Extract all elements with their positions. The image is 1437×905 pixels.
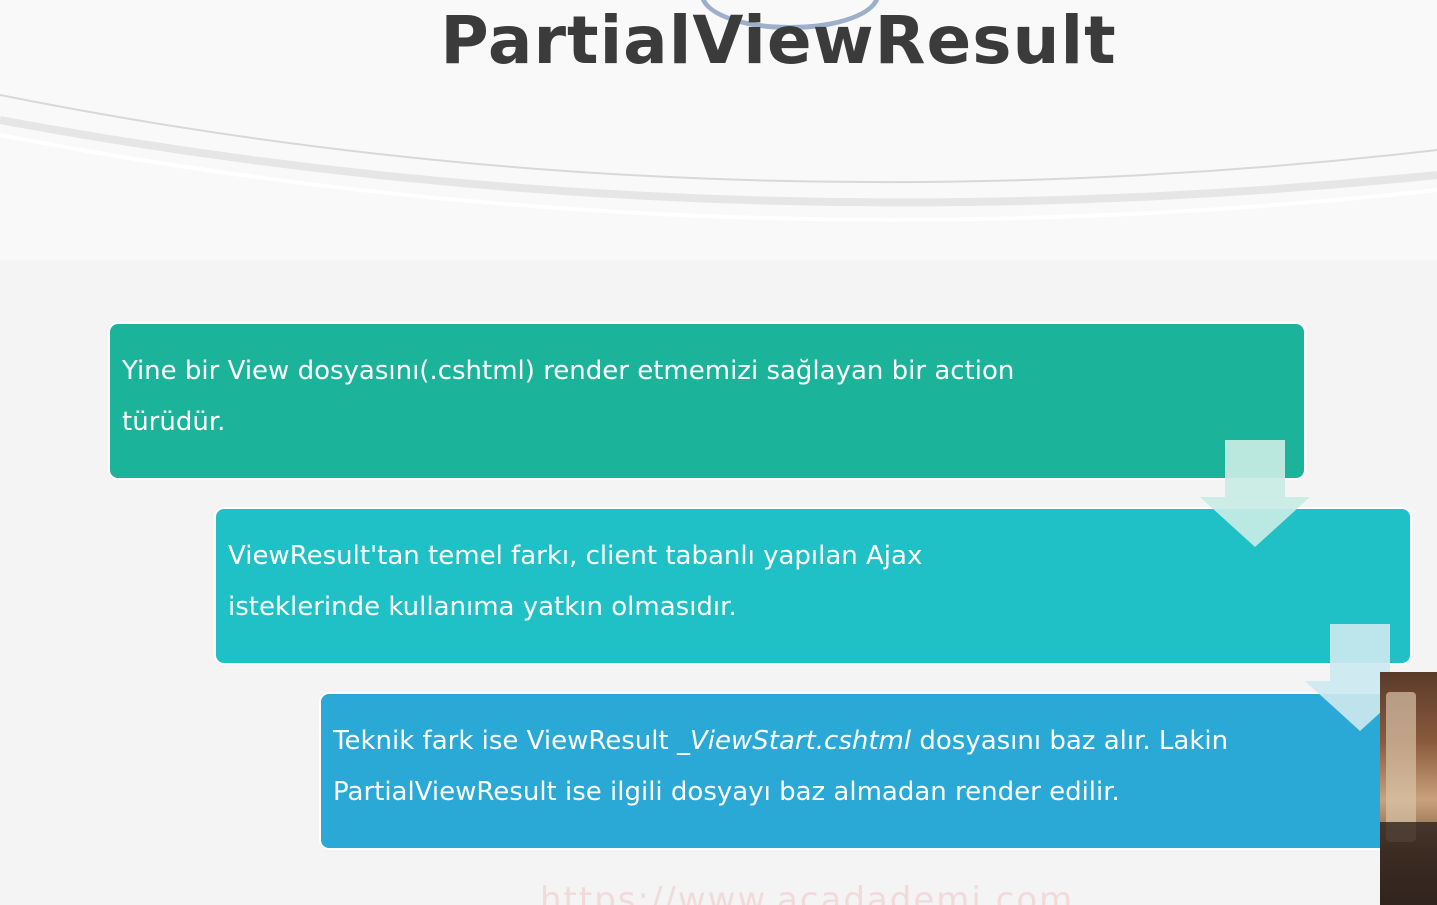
box-2-line-1: ViewResult'tan temel farkı, client taban… xyxy=(228,541,923,571)
box-3-line-1: Teknik fark ise ViewResult _ViewStart.cs… xyxy=(333,716,1373,767)
slide-title: PartialViewResult xyxy=(440,2,1117,79)
box-3-line-1-italic: _ViewStart.cshtml xyxy=(676,726,912,756)
webcam-shape xyxy=(1386,692,1416,842)
box-2-line-2: isteklerinde kullanıma yatkın olmasıdır. xyxy=(228,592,737,622)
webcam-overlay xyxy=(1380,672,1437,905)
box-1-line-1: Yine bir View dosyasını(.cshtml) render … xyxy=(122,356,1015,386)
box-3-line-2: PartialViewResult ise ilgili dosyayı baz… xyxy=(333,777,1120,807)
content-box-1: Yine bir View dosyasını(.cshtml) render … xyxy=(108,322,1306,480)
down-arrow-icon xyxy=(1200,440,1310,547)
webcam-shape xyxy=(1380,822,1437,905)
box-1-line-2: türüdür. xyxy=(122,407,226,437)
watermark-text: https://www.acadademi.com xyxy=(540,880,1075,905)
presentation-slide: PartialViewResult Yine bir View dosyasın… xyxy=(0,0,1437,905)
box-3-line-1-pre: Teknik fark ise ViewResult xyxy=(333,726,677,756)
box-3-line-1-post: dosyasını baz alır. Lakin xyxy=(911,726,1229,756)
content-box-3: Teknik fark ise ViewResult _ViewStart.cs… xyxy=(319,692,1437,850)
